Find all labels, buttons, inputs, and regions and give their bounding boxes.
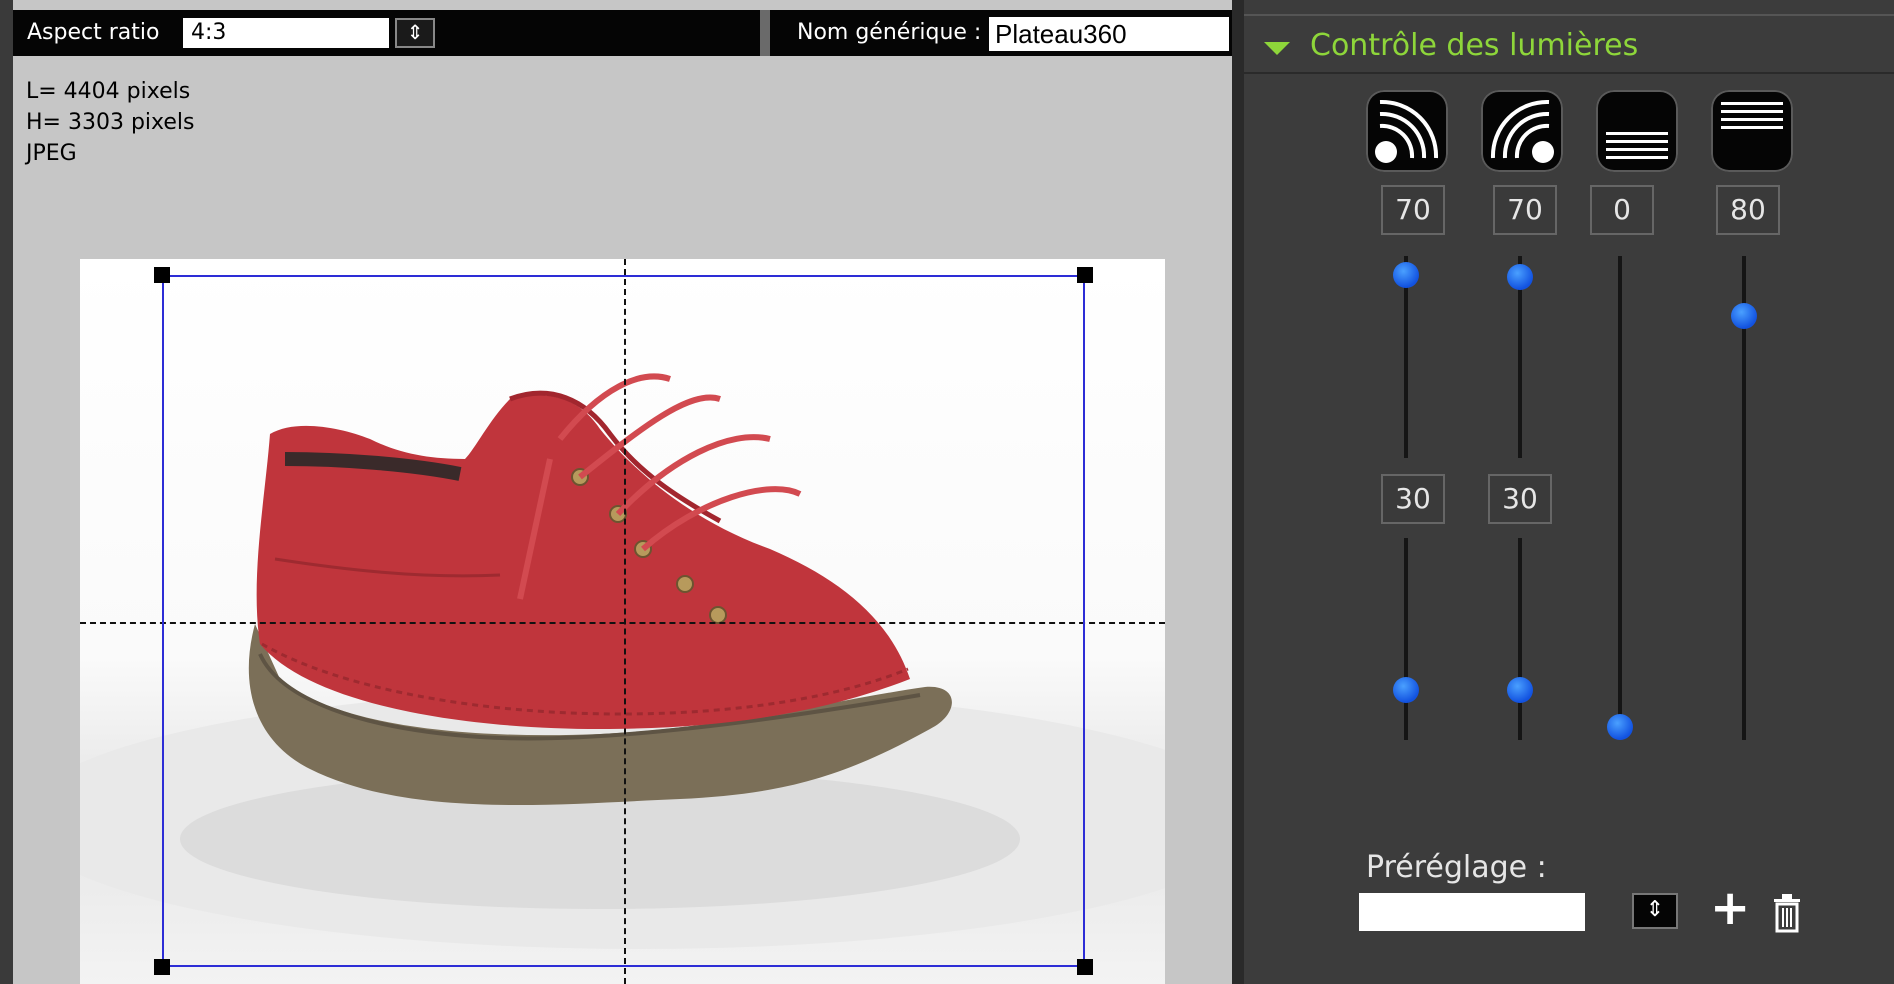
panel-title: Contrôle des lumières bbox=[1310, 28, 1639, 63]
light-bottom-icon bbox=[1606, 132, 1668, 159]
aspect-ratio-field[interactable]: 4:3 bbox=[183, 18, 389, 48]
panel-header[interactable]: Contrôle des lumières bbox=[1244, 14, 1894, 74]
image-info: L= 4404 pixels H= 3303 pixels JPEG bbox=[26, 76, 194, 169]
light-bottom-slider-track[interactable] bbox=[1618, 256, 1622, 728]
generic-name-field[interactable]: Plateau360 bbox=[989, 17, 1229, 51]
left-border bbox=[0, 0, 13, 984]
light-top-slider-knob[interactable] bbox=[1731, 303, 1757, 330]
preset-field[interactable] bbox=[1359, 893, 1585, 931]
up-down-arrows-icon: ⇕ bbox=[1645, 897, 1665, 922]
preset-label: Préréglage : bbox=[1366, 850, 1547, 885]
image-height: H= 3303 pixels bbox=[26, 110, 195, 135]
crop-handle-bottom-left[interactable] bbox=[154, 959, 170, 975]
viewer-toolbar: Aspect ratio 4:3 ⇕ Nom générique : Plate… bbox=[13, 10, 1232, 56]
add-preset-button[interactable]: + bbox=[1710, 884, 1750, 932]
preset-spinner[interactable]: ⇕ bbox=[1632, 893, 1678, 929]
image-format: JPEG bbox=[26, 141, 77, 166]
panel-divider bbox=[1232, 0, 1244, 984]
light-top-value[interactable]: 80 bbox=[1716, 185, 1780, 235]
aspect-ratio-spinner[interactable]: ⇕ bbox=[395, 18, 435, 48]
generic-name-label: Nom générique : bbox=[797, 20, 982, 45]
crop-handle-bottom-right[interactable] bbox=[1077, 959, 1093, 975]
light-right-top-slider-knob[interactable] bbox=[1507, 264, 1533, 290]
light-right-bottom-slider-track[interactable] bbox=[1518, 538, 1522, 740]
light-left-icon bbox=[1375, 99, 1439, 163]
delete-preset-button[interactable] bbox=[1770, 893, 1804, 933]
trash-icon bbox=[1774, 894, 1800, 933]
light-right-bottom-value[interactable]: 30 bbox=[1488, 474, 1552, 524]
image-width: L= 4404 pixels bbox=[26, 79, 191, 104]
aspect-ratio-label: Aspect ratio bbox=[27, 20, 160, 45]
light-right-bottom-slider-knob[interactable] bbox=[1507, 677, 1533, 704]
plus-icon: + bbox=[1710, 880, 1751, 936]
light-left-bottom-slider-knob[interactable] bbox=[1393, 677, 1419, 704]
light-left-top-value[interactable]: 70 bbox=[1381, 185, 1445, 235]
light-left-top-slider-knob[interactable] bbox=[1393, 262, 1419, 288]
light-right-icon bbox=[1490, 99, 1554, 163]
crop-frame[interactable] bbox=[162, 275, 1085, 967]
collapse-triangle-icon[interactable] bbox=[1264, 42, 1290, 55]
crop-handle-top-right[interactable] bbox=[1077, 267, 1093, 283]
up-down-arrows-icon: ⇕ bbox=[406, 20, 424, 44]
light-bottom-slider-knob[interactable] bbox=[1607, 714, 1633, 740]
light-left-bottom-value[interactable]: 30 bbox=[1381, 474, 1445, 524]
light-top-button[interactable] bbox=[1711, 90, 1793, 172]
toolbar-separator bbox=[760, 10, 770, 56]
crop-handle-top-left[interactable] bbox=[154, 267, 170, 283]
light-right-top-value[interactable]: 70 bbox=[1493, 185, 1557, 235]
light-control-panel: Contrôle des lumières 70 70 0 80 30 30 P… bbox=[1244, 0, 1894, 984]
light-right-button[interactable] bbox=[1481, 90, 1563, 172]
light-bottom-value[interactable]: 0 bbox=[1590, 185, 1654, 235]
light-left-button[interactable] bbox=[1366, 90, 1448, 172]
light-left-bottom-slider-track[interactable] bbox=[1404, 538, 1408, 740]
light-top-icon bbox=[1721, 102, 1783, 129]
light-bottom-button[interactable] bbox=[1596, 90, 1678, 172]
